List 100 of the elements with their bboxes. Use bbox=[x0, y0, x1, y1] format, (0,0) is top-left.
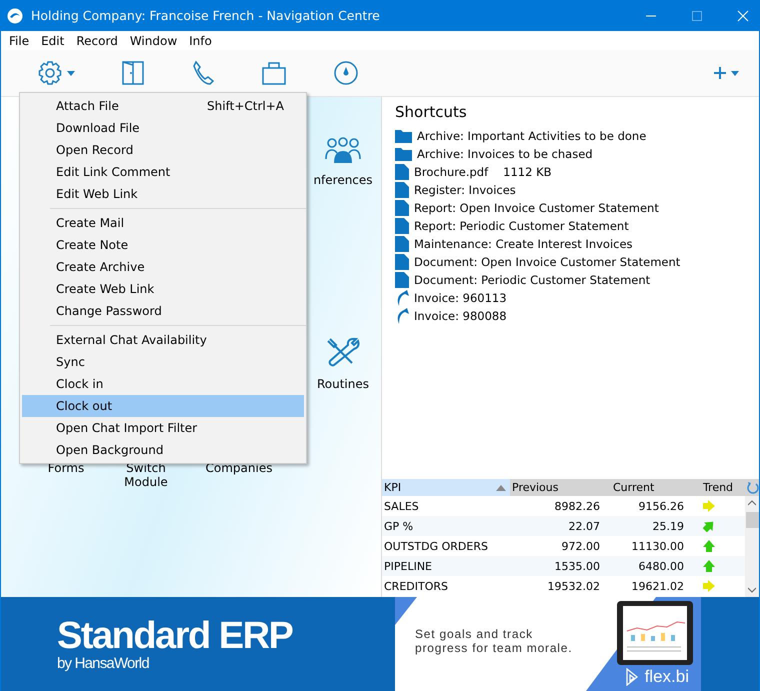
table-cell-text: OUTSTDG ORDERS bbox=[383, 540, 489, 552]
settings-icon bbox=[37, 60, 63, 86]
table-cell-text: 22.07 bbox=[568, 520, 600, 532]
door-icon[interactable] bbox=[121, 60, 145, 86]
menu-item[interactable]: Create Note bbox=[22, 234, 304, 256]
curved-arrow-icon bbox=[395, 308, 409, 324]
menu-item[interactable]: Record bbox=[76, 34, 130, 48]
brand-logo: Standard ERP bbox=[57, 616, 292, 654]
shortcut-link[interactable]: Report: Periodic Customer Statement bbox=[414, 219, 629, 233]
refresh-icon[interactable] bbox=[747, 482, 759, 494]
menu-item[interactable]: File bbox=[9, 34, 42, 48]
menu-item[interactable]: Attach File Shift+Ctrl+A bbox=[22, 95, 304, 117]
column-header[interactable]: Current bbox=[613, 479, 693, 496]
shortcut-link[interactable]: Brochure.pdf bbox=[414, 165, 488, 179]
menu-item[interactable]: Edit Link Comment bbox=[22, 161, 304, 183]
document-icon bbox=[395, 272, 409, 288]
scroll-down-icon[interactable] bbox=[748, 587, 756, 593]
caret-icon bbox=[67, 70, 75, 76]
menu-item[interactable]: Clock in bbox=[22, 373, 304, 395]
menu-item[interactable]: Clock out bbox=[22, 395, 304, 417]
menu-item[interactable]: Download File bbox=[22, 117, 304, 139]
trend-arrow-icon bbox=[703, 580, 715, 592]
plus-icon bbox=[713, 66, 727, 80]
corner-stripe bbox=[395, 597, 417, 625]
menu-item[interactable]: Info bbox=[189, 34, 224, 48]
table-cell-text: 1535.00 bbox=[554, 560, 600, 572]
shortcut-link[interactable]: Invoice: 980088 bbox=[414, 309, 507, 323]
menu-item[interactable]: External Chat Availability bbox=[22, 329, 304, 351]
document-icon bbox=[395, 254, 409, 270]
trend-arrow-icon bbox=[703, 520, 715, 532]
file-size: 1112 KB bbox=[503, 165, 552, 179]
partner-logo: flex.bi bbox=[644, 667, 689, 687]
caret-icon bbox=[731, 70, 739, 76]
bag-icon[interactable] bbox=[261, 60, 287, 86]
shortcut-link[interactable]: Invoice: 960113 bbox=[414, 291, 507, 305]
shortcut-link[interactable]: Register: Invoices bbox=[414, 183, 516, 197]
close-icon[interactable] bbox=[737, 10, 749, 22]
column-header[interactable]: Previous bbox=[510, 479, 613, 496]
table-cell-text: 972.00 bbox=[560, 540, 600, 552]
document-icon bbox=[395, 200, 409, 216]
menu-item[interactable]: Sync bbox=[22, 351, 304, 373]
table-cell-text: 8982.26 bbox=[554, 500, 600, 512]
table-cell-text: GP % bbox=[383, 520, 414, 532]
column-header[interactable]: KPI bbox=[382, 479, 510, 496]
table-cell-text: 6480.00 bbox=[638, 560, 684, 572]
table-cell-text: CREDITORS bbox=[383, 580, 449, 592]
curved-arrow-icon bbox=[395, 290, 409, 306]
shortcuts-heading: Shortcuts bbox=[395, 103, 468, 121]
scroll-thumb[interactable] bbox=[746, 512, 758, 528]
sort-icon bbox=[496, 484, 506, 490]
menu-item[interactable]: Create Archive bbox=[22, 256, 304, 278]
menu-item[interactable]: Change Password bbox=[22, 300, 304, 322]
menu-item[interactable]: Open Chat Import Filter bbox=[22, 417, 304, 439]
table-cell-text: SALES bbox=[383, 500, 420, 512]
menu-item[interactable]: Edit bbox=[41, 34, 76, 48]
flexbi-logo-icon bbox=[624, 668, 639, 686]
menu-item[interactable]: Window bbox=[130, 34, 190, 48]
scroll-up-icon[interactable] bbox=[748, 500, 756, 506]
table-cell-text: 9156.26 bbox=[638, 500, 684, 512]
trend-arrow-icon bbox=[703, 560, 715, 572]
brand-byline: by HansaWorld bbox=[57, 654, 150, 672]
shortcut-link[interactable]: Document: Open Invoice Customer Statement bbox=[414, 255, 680, 269]
table-cell-text: 19532.02 bbox=[546, 580, 600, 592]
ad-banner[interactable]: Set goals and track progress for team morale. flex.bi bbox=[395, 597, 701, 691]
column-header[interactable]: Trend bbox=[693, 479, 743, 496]
shortcut-link[interactable]: Archive: Invoices to be chased bbox=[417, 147, 593, 161]
table-cell-text: 19621.02 bbox=[630, 580, 684, 592]
app-logo-icon bbox=[7, 8, 23, 24]
shortcut-link[interactable]: Report: Open Invoice Customer Statement bbox=[414, 201, 659, 215]
trend-arrow-icon bbox=[703, 540, 715, 552]
people-icon[interactable] bbox=[325, 137, 361, 165]
module-label[interactable]: nferences bbox=[313, 173, 373, 187]
document-icon bbox=[395, 236, 409, 252]
folder-icon bbox=[395, 147, 412, 161]
module-label[interactable]: Companies bbox=[199, 461, 279, 489]
shortcut-link[interactable]: Maintenance: Create Interest Invoices bbox=[414, 237, 633, 251]
brand-banner[interactable]: Standard ERP by HansaWorld bbox=[1, 597, 395, 691]
ad-text: Set goals and track progress for team morale. bbox=[415, 627, 574, 655]
module-label[interactable]: Routines bbox=[316, 377, 370, 391]
tools-icon[interactable] bbox=[326, 337, 360, 369]
document-icon bbox=[395, 182, 409, 198]
menu-item[interactable]: Open Background bbox=[22, 439, 304, 461]
scrollbar[interactable] bbox=[745, 496, 759, 597]
phone-icon[interactable] bbox=[191, 60, 215, 86]
document-icon bbox=[395, 218, 409, 234]
trend-arrow-icon bbox=[703, 500, 715, 512]
drop-circle-icon[interactable] bbox=[333, 60, 359, 86]
shortcut-link[interactable]: Archive: Important Activities to be done bbox=[417, 129, 646, 143]
menu-item[interactable]: Create Mail bbox=[22, 212, 304, 234]
add-button[interactable] bbox=[713, 66, 739, 80]
window-title: Holding Company: Francoise French - Navigation Centre bbox=[31, 8, 380, 23]
menu-item[interactable]: Open Record bbox=[22, 139, 304, 161]
module-label[interactable]: Forms bbox=[31, 461, 101, 489]
document-icon bbox=[395, 164, 409, 180]
folder-icon bbox=[395, 129, 412, 143]
table-cell-text: 11130.00 bbox=[630, 540, 684, 552]
menu-item[interactable]: Edit Web Link bbox=[22, 183, 304, 205]
shortcut-link[interactable]: Document: Periodic Customer Statement bbox=[414, 273, 650, 287]
menu-item[interactable]: Create Web Link bbox=[22, 278, 304, 300]
settings-button[interactable] bbox=[37, 60, 75, 86]
